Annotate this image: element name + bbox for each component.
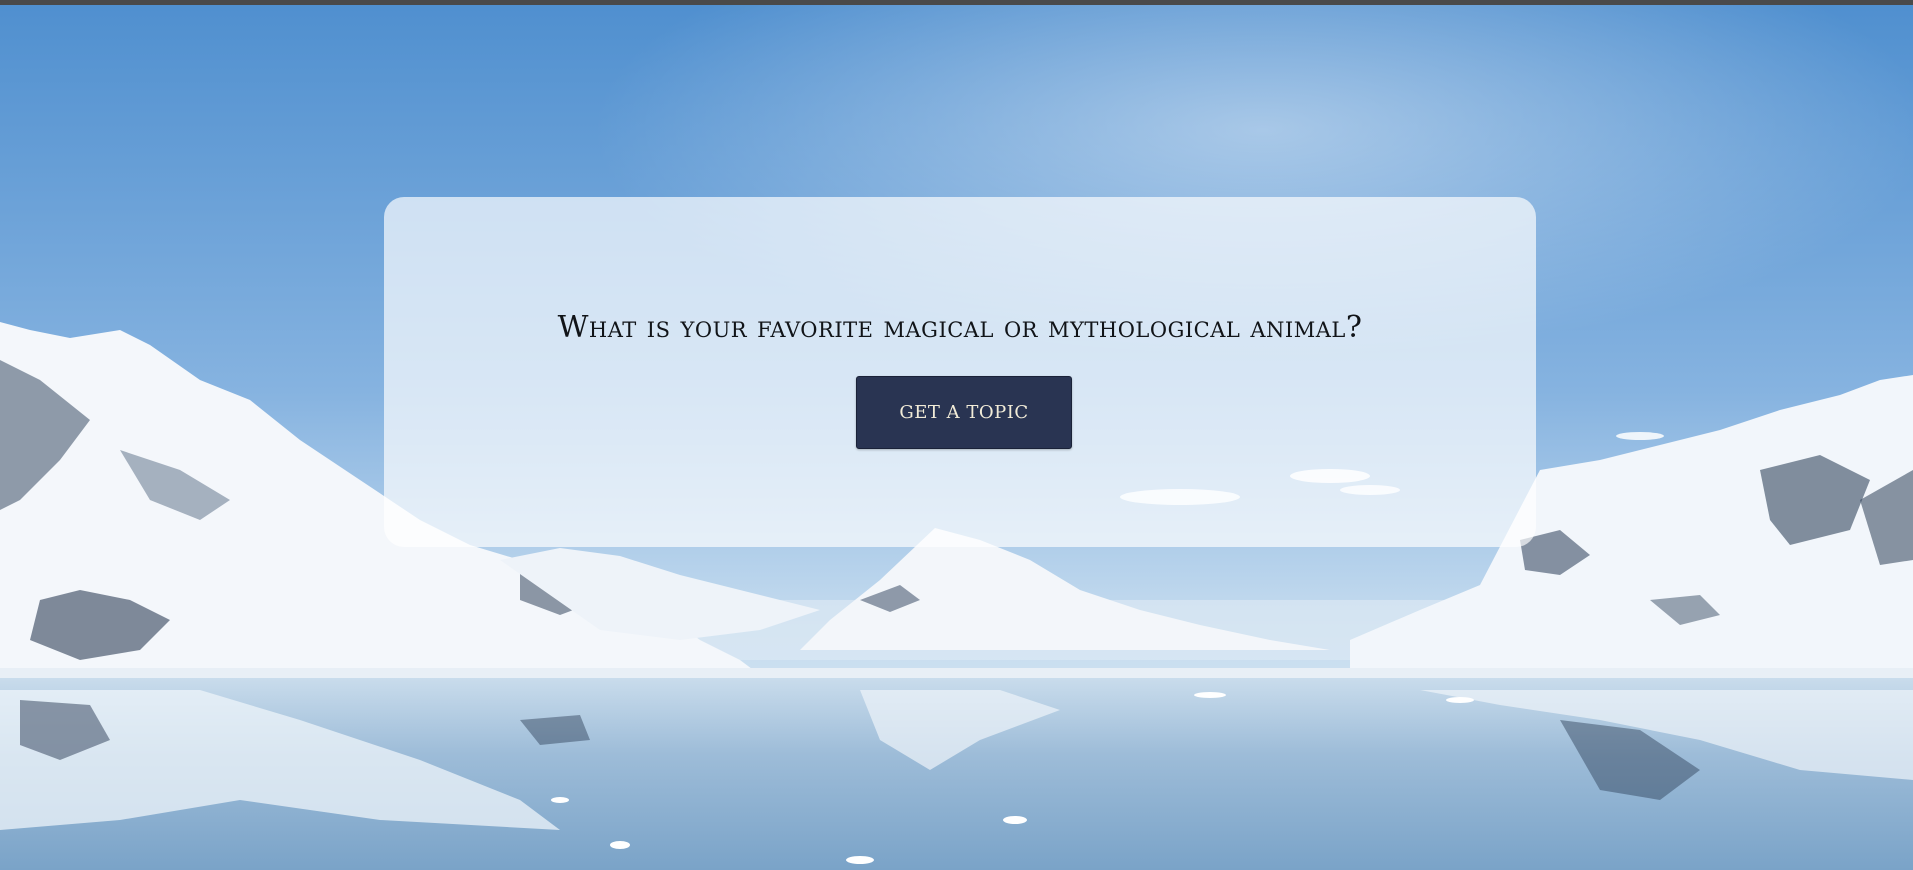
get-topic-button[interactable]: GET A TOPIC xyxy=(856,376,1072,449)
prompt-card: What is your favorite magical or mytholo… xyxy=(384,197,1536,547)
question-text: What is your favorite magical or mytholo… xyxy=(557,310,1363,345)
browser-top-edge xyxy=(0,0,1913,5)
